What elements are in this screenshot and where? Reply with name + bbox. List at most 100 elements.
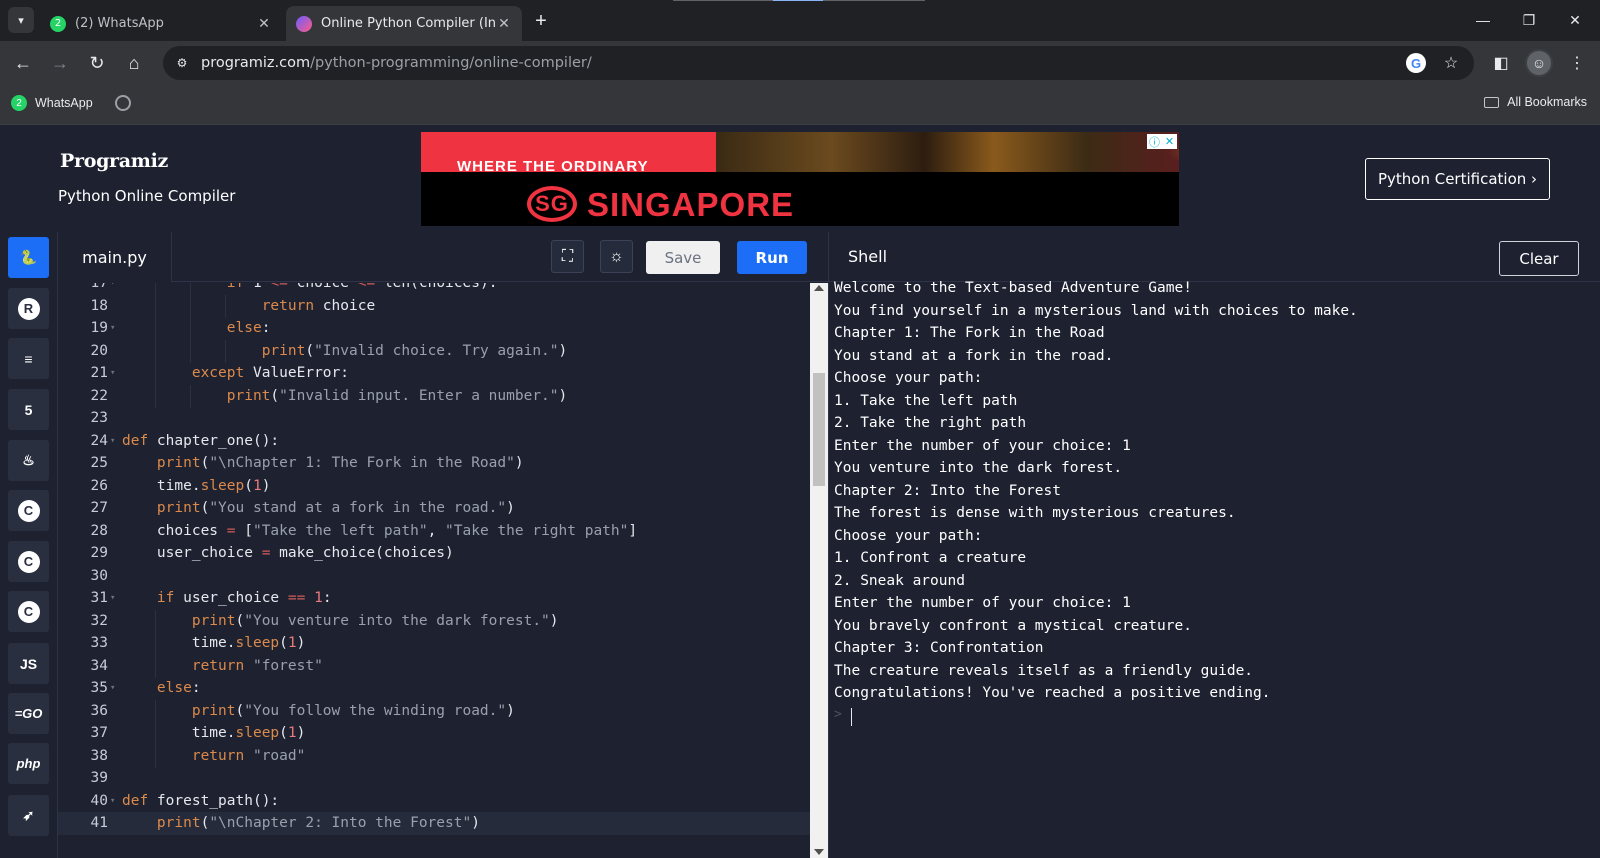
code-text: print("You venture into the dark forest.… (191, 612, 559, 629)
code-line: 41 print("\nChapter 2: Into the Forest") (58, 812, 810, 835)
python-certification-button[interactable]: Python Certification › (1365, 158, 1550, 200)
google-lens-icon[interactable]: G (1406, 53, 1426, 73)
code-line: 33 time.sleep(1) (58, 632, 810, 655)
close-window-icon[interactable]: ✕ (1552, 6, 1598, 34)
fold-arrow-icon[interactable]: ▾ (110, 283, 115, 295)
php-icon: php (16, 756, 41, 771)
scroll-thumb[interactable] (813, 373, 825, 486)
html5-language-button[interactable]: 5 (8, 389, 49, 430)
shell-output-line: You stand at a fork in the road. (834, 347, 1114, 364)
code-text: choices = ["Take the left path", "Take t… (156, 522, 638, 539)
profile-avatar[interactable]: ☺ (1525, 49, 1553, 77)
code-line: 25 print("\nChapter 1: The Fork in the R… (58, 452, 810, 475)
fullscreen-icon[interactable]: ⛶ (551, 240, 584, 273)
scroll-up-arrow-icon[interactable] (814, 285, 824, 291)
tab-whatsapp[interactable]: 2 (2) WhatsApp ✕ (40, 6, 282, 41)
shell-input-cursor[interactable] (851, 707, 852, 726)
shell-output-line: 1. Take the left path (834, 392, 1018, 409)
csharp-language-button[interactable]: C (8, 591, 49, 632)
fold-arrow-icon[interactable]: ▾ (110, 317, 115, 340)
ad-close-icon[interactable]: ✕ (1162, 134, 1177, 149)
theme-toggle-sun-icon[interactable]: ☼ (600, 240, 633, 273)
page-subtitle: Python Online Compiler (58, 187, 236, 205)
all-bookmarks-button[interactable]: All Bookmarks (1484, 95, 1587, 109)
code-line: 31 ▾ if user_choice == 1: (58, 587, 810, 610)
ad-choices[interactable]: ⓘ ✕ (1147, 134, 1177, 149)
line-number: 40 (90, 792, 108, 809)
scroll-down-arrow-icon[interactable] (814, 849, 824, 855)
clear-button[interactable]: Clear (1499, 241, 1579, 276)
back-arrow-icon[interactable]: ← (11, 51, 35, 75)
save-button[interactable]: Save (646, 241, 720, 274)
shell-output-line: The creature reveals itself as a friendl… (834, 662, 1254, 679)
line-number: 26 (90, 477, 108, 494)
line-number: 20 (90, 342, 108, 359)
swift-language-button[interactable]: ➶ (8, 795, 49, 836)
site-header: Programiz Python Online Compiler WHERE T… (0, 126, 1600, 232)
ad-info-icon[interactable]: ⓘ (1147, 134, 1162, 149)
minimize-window-icon[interactable]: — (1460, 6, 1506, 34)
shell-output-line: 2. Take the right path (834, 415, 1027, 431)
side-panel-icon[interactable]: ◧ (1489, 51, 1513, 75)
fold-arrow-icon[interactable]: ▾ (110, 587, 115, 610)
restore-window-icon[interactable]: ❐ (1506, 6, 1552, 34)
tab-search-chevron-icon[interactable]: ▾ (8, 7, 34, 33)
bookmark-star-icon[interactable]: ☆ (1441, 53, 1461, 73)
home-icon[interactable]: ⌂ (122, 51, 146, 75)
close-tab-icon[interactable]: ✕ (496, 16, 512, 32)
url-text: programiz.com/python-programming/online-… (201, 55, 592, 71)
sql-language-button[interactable]: ≡ (8, 338, 49, 379)
whatsapp-icon: 2 (50, 15, 66, 32)
php-language-button[interactable]: php (8, 743, 49, 784)
r-language-button[interactable]: R (8, 288, 49, 329)
java-language-button[interactable]: ♨ (8, 440, 49, 481)
forward-arrow-icon[interactable]: → (48, 51, 72, 75)
code-text: return "forest" (191, 657, 323, 674)
programiz-favicon-icon (296, 15, 312, 32)
fold-arrow-icon[interactable]: ▾ (110, 790, 115, 813)
code-editor[interactable]: 17 ▾ if 1 <= choice <= len(choices): 18 re… (58, 283, 810, 858)
advertisement-banner[interactable]: WHERE THE ORDINARY SG SINGAPORE ⓘ ✕ (421, 132, 1179, 226)
cplusplus-language-button[interactable]: C (8, 541, 49, 582)
line-number: 37 (90, 725, 108, 741)
tab-online-python-compiler[interactable]: Online Python Compiler (Interp ✕ (286, 6, 522, 41)
code-line: 24 ▾ def chapter_one(): (58, 430, 810, 453)
reload-icon[interactable]: ↻ (85, 51, 109, 75)
code-text: time.sleep(1) (156, 477, 271, 494)
swift-icon: ➶ (22, 807, 35, 823)
new-tab-button[interactable]: + (530, 10, 552, 32)
ad-headline: WHERE THE ORDINARY (457, 158, 649, 175)
c-language-button[interactable]: C (8, 490, 49, 531)
go-icon: =GO (14, 706, 43, 721)
bookmark-whatsapp[interactable]: 2 WhatsApp (11, 95, 93, 111)
go-language-button[interactable]: =GO (8, 693, 49, 734)
close-tab-icon[interactable]: ✕ (256, 16, 272, 32)
fold-arrow-icon[interactable]: ▾ (110, 362, 115, 385)
code-line: 21 ▾ except ValueError: (58, 362, 810, 385)
bookmark-globe[interactable] (115, 95, 131, 111)
code-text: def chapter_one(): (122, 432, 280, 449)
file-tab-main-py[interactable]: main.py (58, 232, 172, 282)
editor-scrollbar[interactable] (810, 283, 828, 858)
code-text: print("Invalid input. Enter a number.") (226, 387, 568, 404)
shell-output[interactable]: Welcome to the Text-based Adventure Game… (828, 280, 1600, 858)
code-text: return "road" (191, 747, 306, 764)
code-line: 19 ▾ else: (58, 317, 810, 340)
run-button[interactable]: Run (737, 241, 807, 274)
ad-brand-mark: SG (527, 186, 577, 222)
code-line: 20 print("Invalid choice. Try again.") (58, 339, 810, 363)
fold-arrow-icon[interactable]: ▾ (110, 677, 115, 700)
browser-menu-icon[interactable]: ⋮ (1565, 51, 1589, 75)
url-host: programiz.com (201, 55, 311, 71)
shell-output-line: You find yourself in a mysterious land w… (834, 302, 1358, 319)
code-line: 23 (58, 407, 810, 430)
code-line: 29 user_choice = make_choice(choices) (58, 542, 810, 565)
programiz-logo[interactable]: Programiz (60, 150, 168, 172)
site-info-icon[interactable]: ⚙ (173, 54, 191, 72)
address-bar[interactable]: ⚙ programiz.com/python-programming/onlin… (163, 46, 1474, 80)
js-language-button[interactable]: JS (8, 643, 49, 684)
line-number: 23 (90, 410, 108, 426)
fold-arrow-icon[interactable]: ▾ (110, 430, 115, 453)
line-number: 29 (90, 545, 108, 561)
python-language-button[interactable]: 🐍 (8, 237, 49, 278)
